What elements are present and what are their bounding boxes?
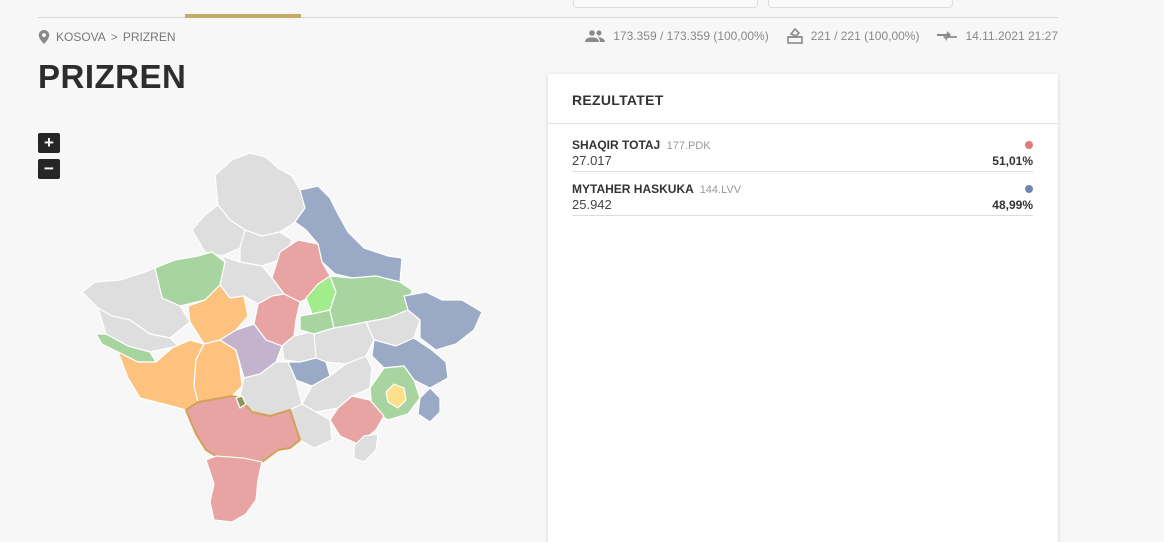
candidate-party: 144.LVV xyxy=(699,184,742,196)
breadcrumb-kosova-link[interactable]: KOSOVA xyxy=(56,30,106,44)
breadcrumb-separator: > xyxy=(110,30,118,44)
candidate-color-dot xyxy=(1025,185,1033,193)
map-region-dragash[interactable] xyxy=(205,455,263,523)
voters-count: 173.359 / 173.359 (100,00%) xyxy=(613,29,769,43)
candidate-name-wrapper: MYTAHER HASKUKA 144.LVV xyxy=(572,182,741,196)
candidate-row[interactable]: MYTAHER HASKUKA 144.LVV 25.942 48,99% xyxy=(572,182,1033,216)
results-panel: REZULTATET SHAQIR TOTAJ 177.PDK 27.017 5… xyxy=(548,74,1058,542)
last-updated: 14.11.2021 21:27 xyxy=(965,29,1058,43)
updated-stat: 14.11.2021 21:27 xyxy=(937,29,1058,43)
candidate-name: SHAQIR TOTAJ xyxy=(572,138,661,152)
candidate-percent: 48,99% xyxy=(992,198,1033,212)
stations-stat: 221 / 221 (100,00%) xyxy=(786,28,920,44)
top-select-right[interactable] xyxy=(768,0,953,8)
location-pin-icon xyxy=(38,30,50,44)
breadcrumb: KOSOVA > PRIZREN xyxy=(38,30,175,44)
candidate-name-wrapper: SHAQIR TOTAJ 177.PDK xyxy=(572,138,711,152)
results-divider xyxy=(548,123,1058,124)
candidate-row[interactable]: SHAQIR TOTAJ 177.PDK 27.017 51,01% xyxy=(572,138,1033,172)
people-icon xyxy=(585,30,606,42)
candidate-party: 177.PDK xyxy=(666,140,711,152)
stats-bar: 173.359 / 173.359 (100,00%) 221 / 221 (1… xyxy=(567,28,1058,44)
top-select-left[interactable] xyxy=(573,0,758,8)
page-title: PRIZREN xyxy=(38,58,187,95)
candidate-color-dot xyxy=(1025,141,1033,149)
candidate-votes: 27.017 xyxy=(572,153,612,168)
candidate-votes: 25.942 xyxy=(572,197,612,212)
sync-arrows-icon xyxy=(937,31,958,41)
active-tab-indicator xyxy=(185,14,301,18)
candidate-name: MYTAHER HASKUKA xyxy=(572,182,694,196)
kosovo-municipality-map xyxy=(81,152,483,523)
map-region-kamenica[interactable] xyxy=(417,387,441,423)
ballot-box-icon xyxy=(786,28,803,44)
zoom-out-button[interactable]: − xyxy=(38,159,60,179)
stations-count: 221 / 221 (100,00%) xyxy=(810,29,920,43)
results-title: REZULTATET xyxy=(572,92,664,108)
breadcrumb-current: PRIZREN xyxy=(122,30,176,44)
candidate-percent: 51,01% xyxy=(992,154,1033,168)
zoom-in-button[interactable]: + xyxy=(38,133,60,153)
voters-stat: 173.359 / 173.359 (100,00%) xyxy=(585,29,769,43)
